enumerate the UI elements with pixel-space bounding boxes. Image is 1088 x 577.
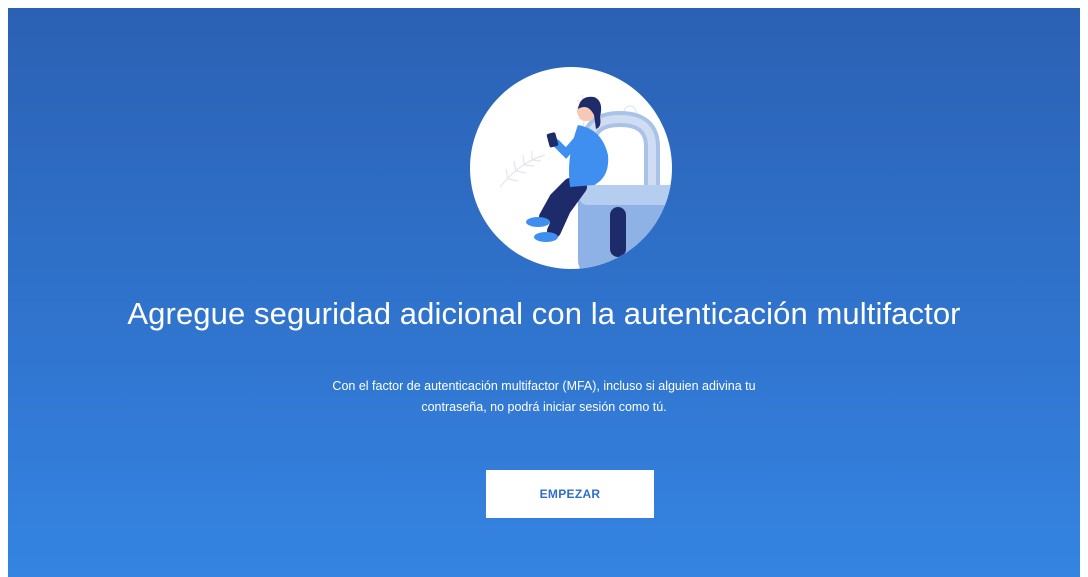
description-line-1: Con el factor de autenticación multifact…: [332, 379, 756, 393]
person-on-padlock-icon: [499, 94, 672, 269]
person-torso-icon: [569, 125, 609, 187]
start-button[interactable]: EMPEZAR: [486, 470, 654, 518]
hero-illustration: [470, 67, 672, 269]
mfa-setup-page: Agregue seguridad adicional con la auten…: [8, 8, 1080, 577]
keyhole-icon: [610, 207, 626, 257]
page-title: Agregue seguridad adicional con la auten…: [127, 296, 961, 331]
phone-icon: [546, 132, 559, 148]
description-line-2: contraseña, no podrá iniciar sesión como…: [421, 400, 667, 414]
description-text: Con el factor de autenticación multifact…: [8, 376, 1080, 418]
